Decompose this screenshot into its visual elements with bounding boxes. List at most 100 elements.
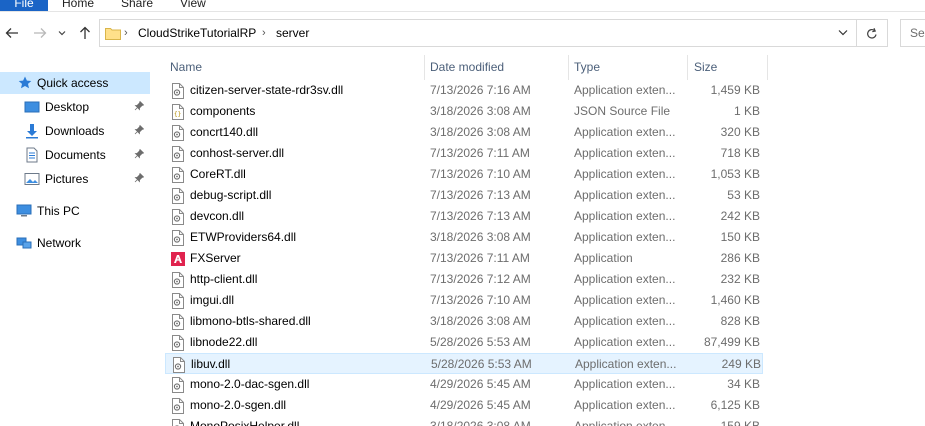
documents-icon: [26, 147, 38, 163]
column-divider[interactable]: [767, 55, 768, 80]
nav-downloads[interactable]: Downloads: [0, 120, 150, 142]
file-date-modified: 3/18/2026 3:08 AM: [430, 230, 531, 244]
nav-downloads-label: Downloads: [45, 124, 105, 138]
search-input[interactable]: Sea: [900, 19, 925, 47]
file-name: MonoPosixHelper.dll: [190, 419, 300, 426]
up-button[interactable]: [76, 22, 94, 44]
address-bar[interactable]: › CloudStrikeTutorialRP › server: [99, 19, 857, 47]
file-row[interactable]: imgui.dll 7/13/2026 7:10 AM Application ex…: [165, 290, 763, 311]
file-row[interactable]: FXServer 7/13/2026 7:11 AM Application 286 …: [165, 248, 763, 269]
folder-icon: [105, 28, 121, 40]
file-size: 159 KB: [720, 419, 760, 426]
file-row[interactable]: {} components 3/18/2026 3:08 AM JSON Source…: [165, 101, 763, 122]
chevron-down-icon[interactable]: [838, 29, 848, 36]
nav-documents[interactable]: Documents: [0, 144, 150, 166]
dll-file-icon: [171, 125, 185, 141]
file-size: 1,459 KB: [710, 83, 760, 97]
computer-icon: [16, 204, 32, 217]
file-date-modified: 5/28/2026 5:53 AM: [431, 357, 532, 371]
file-name: debug-script.dll: [190, 188, 272, 202]
column-divider[interactable]: [568, 55, 569, 80]
dll-file-icon: [171, 293, 185, 309]
file-row[interactable]: devcon.dll 7/13/2026 7:13 AM Application e…: [165, 206, 763, 227]
file-row[interactable]: mono-2.0-sgen.dll 4/29/2026 5:45 AM Applic…: [165, 395, 763, 416]
file-date-modified: 3/18/2026 3:08 AM: [430, 104, 531, 118]
tab-file[interactable]: File: [0, 0, 48, 11]
file-row[interactable]: CoreRT.dll 7/13/2026 7:10 AM Application e…: [165, 164, 763, 185]
file-size: 1 KB: [733, 104, 760, 118]
file-date-modified: 7/13/2026 7:11 AM: [430, 146, 530, 160]
file-size: 34 KB: [727, 377, 760, 391]
nav-this-pc[interactable]: This PC: [0, 200, 150, 222]
nav-desktop[interactable]: Desktop: [0, 96, 150, 118]
file-date-modified: 5/28/2026 5:53 AM: [430, 335, 531, 349]
column-divider[interactable]: [687, 55, 688, 80]
tab-share[interactable]: Share: [121, 0, 153, 11]
file-date-modified: 3/18/2026 3:08 AM: [430, 419, 531, 426]
column-header-date[interactable]: Date modified: [430, 55, 504, 80]
refresh-icon: [867, 27, 877, 39]
file-date-modified: 7/13/2026 7:10 AM: [430, 293, 531, 307]
file-row[interactable]: http-client.dll 7/13/2026 7:12 AM Applicat…: [165, 269, 763, 290]
nav-quick-access[interactable]: Quick access: [0, 72, 150, 94]
file-row[interactable]: libmono-btls-shared.dll 3/18/2026 3:08 AM…: [165, 311, 763, 332]
column-header-type[interactable]: Type: [574, 55, 600, 80]
nav-quick-access-label: Quick access: [37, 76, 109, 90]
column-header-size[interactable]: Size: [694, 55, 717, 80]
breadcrumb-separator: ›: [262, 27, 266, 39]
file-date-modified: 7/13/2026 7:13 AM: [430, 209, 531, 223]
file-type: Application exten...: [574, 398, 676, 412]
file-row[interactable]: MonoPosixHelper.dll 3/18/2026 3:08 AM Appl…: [165, 416, 763, 426]
dll-file-icon: [171, 146, 185, 162]
back-button[interactable]: [3, 22, 21, 44]
file-row[interactable]: citizen-server-state-rdr3sv.dll 7/13/2026…: [165, 80, 763, 101]
breadcrumb-cloudstriketutorialrp[interactable]: CloudStrikeTutorialRP: [138, 26, 256, 40]
fxserver-app-icon: [171, 251, 185, 267]
star-icon: [18, 76, 32, 89]
tab-view[interactable]: View: [180, 0, 206, 11]
file-date-modified: 3/18/2026 3:08 AM: [430, 314, 531, 328]
file-row[interactable]: libnode22.dll 5/28/2026 5:53 AM Applicatio…: [165, 332, 763, 353]
file-date-modified: 7/13/2026 7:11 AM: [430, 251, 530, 265]
file-name: concrt140.dll: [190, 125, 259, 139]
file-name: devcon.dll: [190, 209, 245, 223]
file-row[interactable]: conhost-server.dll 7/13/2026 7:11 AM Appli…: [165, 143, 763, 164]
nav-pictures[interactable]: Pictures: [0, 168, 150, 190]
file-row[interactable]: libuv.dll 5/28/2026 5:53 AM Application ex…: [165, 353, 763, 374]
tab-home[interactable]: Home: [62, 0, 94, 11]
arrow-left-icon: [5, 28, 18, 38]
file-row[interactable]: debug-script.dll 7/13/2026 7:13 AM Applica…: [165, 185, 763, 206]
file-row[interactable]: concrt140.dll 3/18/2026 3:08 AM Applicatio…: [165, 122, 763, 143]
pin-icon[interactable]: [134, 125, 144, 135]
column-header-name[interactable]: Name: [170, 55, 202, 80]
file-size: 242 KB: [720, 209, 760, 223]
pin-icon[interactable]: [134, 173, 144, 183]
file-type: Application exten...: [574, 335, 676, 349]
forward-button[interactable]: [31, 22, 49, 44]
file-name: libnode22.dll: [190, 335, 258, 349]
pin-icon[interactable]: [134, 149, 144, 159]
file-size: 87,499 KB: [703, 335, 760, 349]
file-name: ETWProviders64.dll: [190, 230, 297, 244]
column-divider[interactable]: [424, 55, 425, 80]
pictures-icon: [24, 173, 40, 185]
file-type: Application exten...: [574, 272, 676, 286]
dll-file-icon: [171, 188, 185, 204]
file-size: 249 KB: [721, 357, 761, 371]
file-list: citizen-server-state-rdr3sv.dll 7/13/2026…: [165, 80, 765, 426]
file-size: 53 KB: [727, 188, 760, 202]
file-date-modified: 4/29/2026 5:45 AM: [430, 377, 531, 391]
file-type: Application exten...: [574, 419, 676, 426]
nav-network[interactable]: Network: [0, 232, 150, 254]
file-type: Application exten...: [574, 209, 676, 223]
downloads-icon: [26, 124, 38, 139]
recent-locations-button[interactable]: [56, 22, 68, 44]
file-size: 718 KB: [720, 146, 760, 160]
file-name: mono-2.0-sgen.dll: [190, 398, 287, 412]
file-row[interactable]: ETWProviders64.dll 3/18/2026 3:08 AM Appli…: [165, 227, 763, 248]
dll-file-icon: [171, 314, 185, 330]
pin-icon[interactable]: [134, 101, 144, 111]
refresh-button[interactable]: [857, 19, 888, 47]
file-row[interactable]: mono-2.0-dac-sgen.dll 4/29/2026 5:45 AM Ap…: [165, 374, 763, 395]
breadcrumb-server[interactable]: server: [276, 26, 309, 40]
